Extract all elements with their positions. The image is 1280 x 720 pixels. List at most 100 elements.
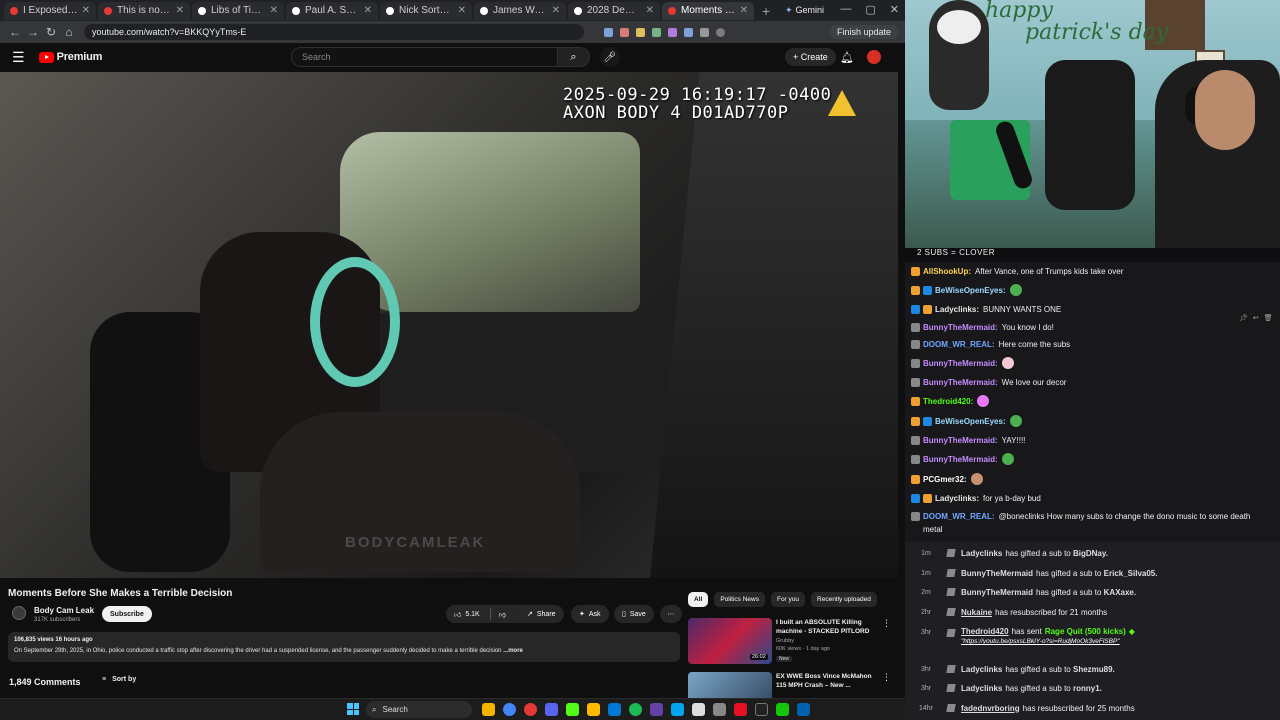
chip-for-you[interactable]: For you <box>770 592 806 607</box>
chat-username[interactable]: BunnyTheMermaid: <box>923 321 998 334</box>
chat-username[interactable]: BunnyTheMermaid: <box>923 376 998 389</box>
close-window-icon[interactable]: ✕ <box>890 3 899 16</box>
like-count[interactable]: 5.1K <box>465 611 479 618</box>
chat-username[interactable]: BeWiseOpenEyes: <box>935 284 1006 297</box>
event-username[interactable]: Nukaine <box>961 608 992 617</box>
file-explorer-icon[interactable] <box>482 703 495 716</box>
app-icon[interactable] <box>713 703 726 716</box>
chip-recently-uploaded[interactable]: Recently uploaded <box>811 592 877 607</box>
chat-username[interactable]: BunnyTheMermaid: <box>923 453 998 466</box>
chrome-icon[interactable] <box>503 703 516 716</box>
chat-username[interactable]: PCGmer32: <box>923 473 967 486</box>
extension-icon[interactable] <box>652 27 661 37</box>
back-icon[interactable]: ← <box>6 25 24 39</box>
finish-update-button[interactable]: Finish update <box>828 25 899 39</box>
close-tab-icon[interactable]: ✕ <box>740 5 748 16</box>
recommended-video-title[interactable]: I built an ABSOLUTE Killing machine - ST… <box>776 618 876 636</box>
chat-username[interactable]: Ladyclinks: <box>935 492 979 505</box>
extension-icon[interactable] <box>620 27 629 37</box>
kick-icon[interactable] <box>566 703 579 716</box>
close-tab-icon[interactable]: ✕ <box>646 5 654 16</box>
close-tab-icon[interactable]: ✕ <box>364 5 372 16</box>
maximize-icon[interactable]: ▢ <box>865 3 875 16</box>
chat-username[interactable]: AllShookUp: <box>923 265 971 278</box>
browser-tab[interactable]: Nick Sortor on X ✕ <box>380 1 472 20</box>
new-tab-button[interactable]: + <box>762 3 770 19</box>
account-avatar[interactable] <box>867 50 881 64</box>
event-username[interactable]: Thedroid420 <box>961 627 1009 636</box>
chat-username[interactable]: DOOM_WR_REAL: <box>923 338 995 351</box>
close-tab-icon[interactable]: ✕ <box>270 5 278 16</box>
extension-icon[interactable] <box>636 27 645 37</box>
event-username[interactable]: fadednvrboring <box>961 704 1020 713</box>
event-target[interactable]: KAXaxe. <box>1104 588 1136 597</box>
chat-username[interactable]: BunnyTheMermaid: <box>923 357 998 370</box>
event-username[interactable]: BunnyTheMermaid <box>961 588 1033 597</box>
channel-name[interactable]: Body Cam Leak <box>34 606 94 615</box>
windows-start-icon[interactable] <box>347 703 359 715</box>
app-icon[interactable] <box>608 703 621 716</box>
youtube-logo[interactable]: Premium <box>38 51 102 63</box>
search-input[interactable] <box>291 47 558 67</box>
close-tab-icon[interactable]: ✕ <box>458 5 466 16</box>
search-icon[interactable]: ⌕ <box>558 47 590 67</box>
menu-icon[interactable]: ☰ <box>12 49 25 66</box>
spotify-icon[interactable] <box>629 703 642 716</box>
event-target[interactable]: BigDNay. <box>1073 549 1108 558</box>
event-username[interactable]: Ladyclinks <box>961 684 1002 693</box>
profile-icon[interactable] <box>716 27 725 37</box>
ask-button[interactable]: ✦ Ask <box>571 605 609 623</box>
app-icon[interactable] <box>650 703 663 716</box>
create-button[interactable]: + Create <box>785 48 836 66</box>
app-icon[interactable] <box>797 703 810 716</box>
chat-username[interactable]: Ladyclinks: <box>935 303 979 316</box>
video-player[interactable]: 2025-09-29 16:19:17 -0400 AXON BODY 4 D0… <box>0 72 898 578</box>
forward-icon[interactable]: → <box>24 25 42 39</box>
recommended-video-title[interactable]: EX WWE Boss Vince McMahon 115 MPH Crash … <box>776 672 876 690</box>
event-target[interactable]: ronny1. <box>1073 684 1102 693</box>
delete-icon[interactable]: 🗑︎ <box>1264 314 1273 322</box>
event-target[interactable]: Shezmu89. <box>1073 665 1115 674</box>
reload-icon[interactable]: ↻ <box>42 25 60 39</box>
microphone-icon[interactable]: 🎤︎ <box>600 47 620 67</box>
app-icon[interactable] <box>734 703 747 716</box>
extension-icon[interactable] <box>684 27 693 37</box>
taskbar-search[interactable]: ⌕ Search <box>366 701 472 718</box>
browser-tab[interactable]: 2028 Democratic no ✕ <box>568 1 660 20</box>
more-vertical-icon[interactable]: ⋮ <box>882 618 891 629</box>
discord-icon[interactable] <box>545 703 558 716</box>
close-tab-icon[interactable]: ✕ <box>82 5 90 16</box>
extension-icon[interactable] <box>668 27 677 37</box>
close-tab-icon[interactable]: ✕ <box>552 5 560 16</box>
browser-tab[interactable]: Paul A. Szypula on X ✕ <box>286 1 378 20</box>
subscribe-button[interactable]: Subscribe <box>102 606 152 622</box>
minimize-icon[interactable]: — <box>840 3 851 16</box>
app-icon[interactable] <box>755 703 768 716</box>
more-actions-button[interactable]: ⋯ <box>660 605 682 623</box>
chat-username[interactable]: BeWiseOpenEyes: <box>935 415 1006 428</box>
event-target[interactable]: Erick_Silva05. <box>1104 569 1158 578</box>
puzzle-icon[interactable] <box>700 27 709 37</box>
app-icon[interactable] <box>692 703 705 716</box>
extension-icon[interactable] <box>604 27 613 37</box>
save-button[interactable]: ▯ Save <box>614 605 654 623</box>
channel-avatar[interactable] <box>12 606 26 620</box>
more-vertical-icon[interactable]: ⋮ <box>882 672 891 683</box>
description-box[interactable]: 106,835 views 16 hours ago On September … <box>8 632 680 662</box>
app-icon[interactable] <box>524 703 537 716</box>
browser-tab[interactable]: I Exposed New Jersey ✕ <box>4 1 96 20</box>
chat-username[interactable]: BunnyTheMermaid: <box>923 434 998 447</box>
folder-icon[interactable] <box>587 703 600 716</box>
event-username[interactable]: BunnyTheMermaid <box>961 569 1033 578</box>
event-username[interactable]: Ladyclinks <box>961 665 1002 674</box>
thumbs-down-icon[interactable]: 👎︎ <box>499 610 506 619</box>
browser-tab-active[interactable]: Moments Before ✕ <box>662 1 754 20</box>
chip-politics-news[interactable]: Politics News <box>714 592 765 607</box>
url-field[interactable]: youtube.com/watch?v=BKKQYyTms-E <box>84 24 584 40</box>
app-icon[interactable] <box>671 703 684 716</box>
sort-comments-button[interactable]: ≡ Sort by <box>102 676 136 683</box>
close-tab-icon[interactable]: ✕ <box>176 5 184 16</box>
home-icon[interactable]: ⌂ <box>60 25 78 39</box>
notifications-bell-icon[interactable]: 🔔︎ <box>840 51 854 64</box>
gemini-button[interactable]: ✦ Gemini <box>785 2 835 18</box>
